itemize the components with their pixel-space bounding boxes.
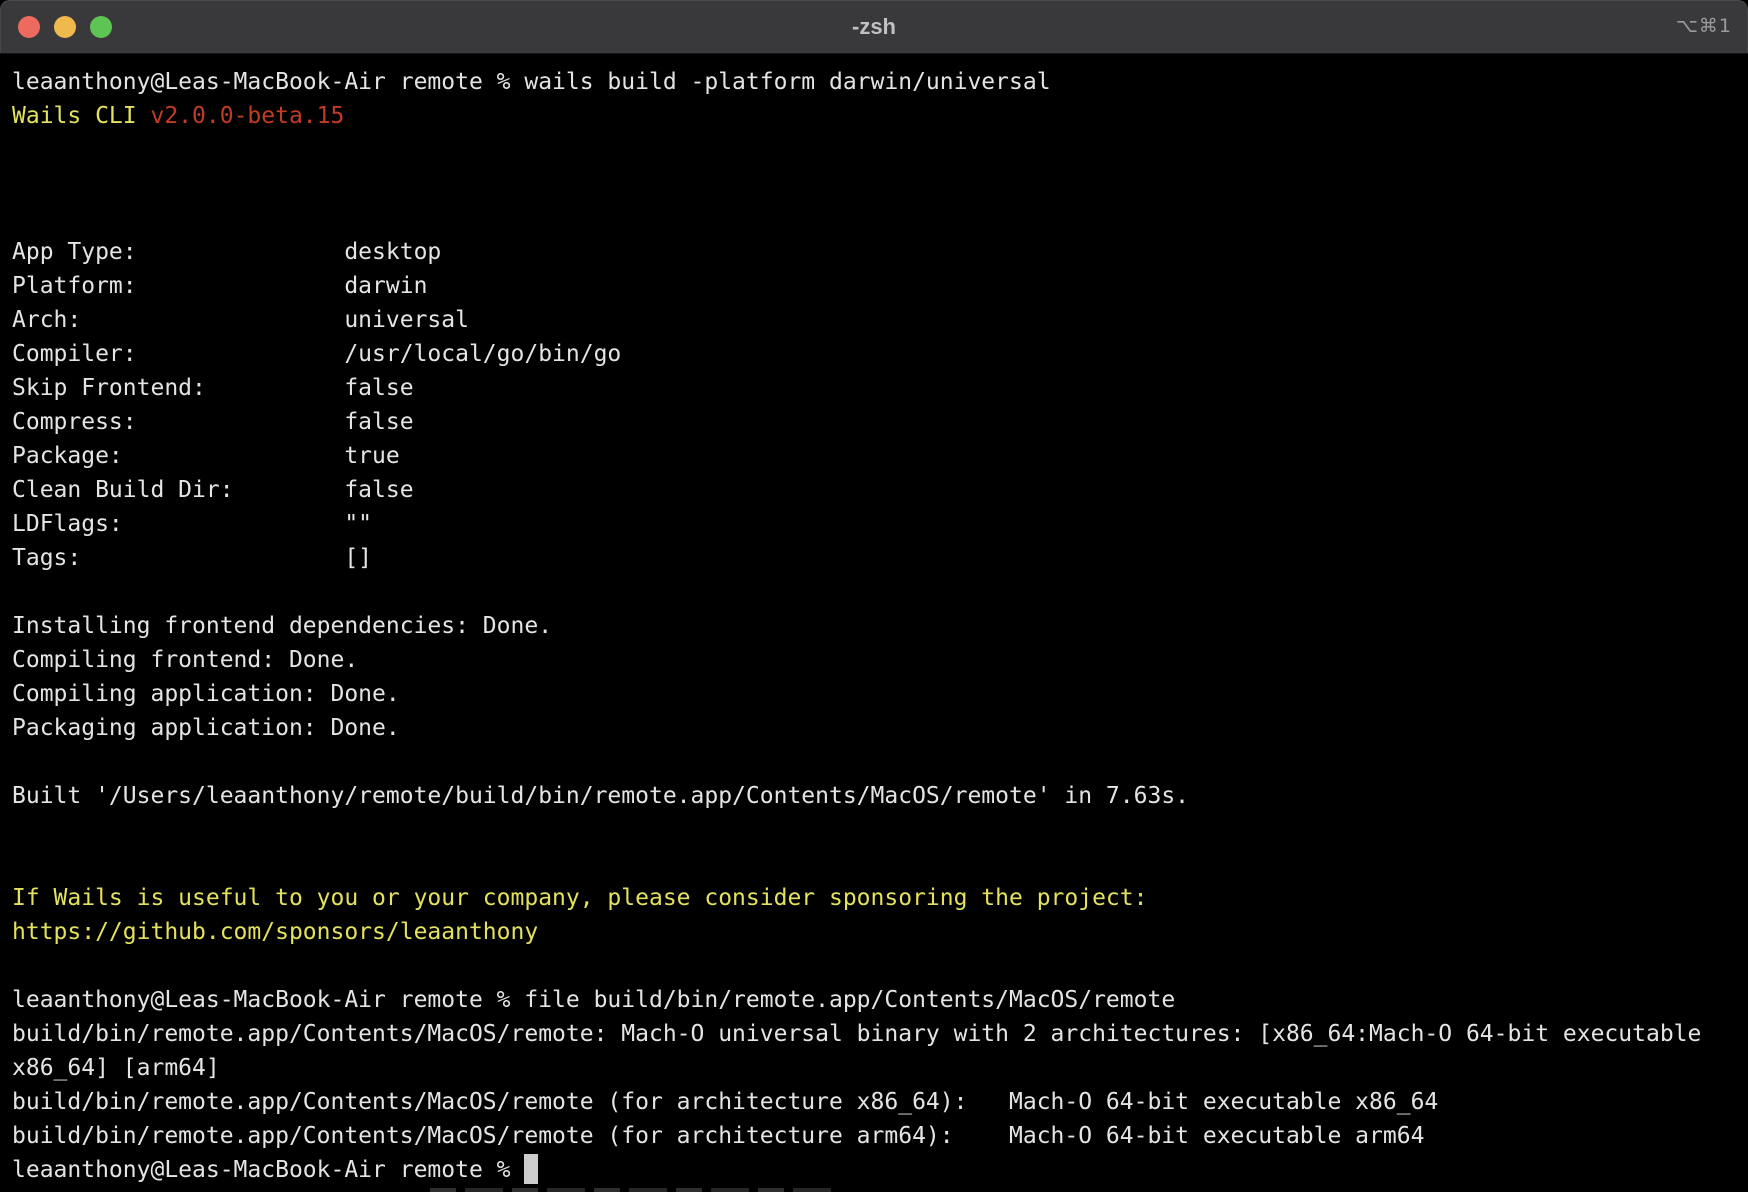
terminal-line: Compiler: /usr/local/go/bin/go xyxy=(12,337,1748,371)
terminal-text-segment: Built '/Users/leaanthony/remote/build/bi… xyxy=(12,783,1189,809)
terminal-text-segment: leaanthony@Leas-MacBook-Air remote % wai… xyxy=(12,69,1051,95)
terminal-line: Arch: universal xyxy=(12,303,1748,337)
terminal-window: -zsh ⌥⌘1 leaanthony@Leas-MacBook-Air rem… xyxy=(0,0,1748,1192)
terminal-line xyxy=(12,575,1748,609)
close-button[interactable] xyxy=(18,16,40,38)
terminal-line: Tags: [] xyxy=(12,541,1748,575)
terminal-line: Platform: darwin xyxy=(12,269,1748,303)
window-title: -zsh xyxy=(0,0,1748,53)
terminal-line: Clean Build Dir: false xyxy=(12,473,1748,507)
terminal-text-segment: Arch: universal xyxy=(12,307,469,333)
terminal-text-segment: Skip Frontend: false xyxy=(12,375,414,401)
terminal-line xyxy=(12,167,1748,201)
terminal-line: LDFlags: "" xyxy=(12,507,1748,541)
terminal-text-segment: leaanthony@Leas-MacBook-Air remote % xyxy=(12,1157,524,1183)
terminal-line: Installing frontend dependencies: Done. xyxy=(12,609,1748,643)
terminal-text-segment: Platform: darwin xyxy=(12,273,427,299)
terminal-text-segment: x86_64] [arm64] xyxy=(12,1055,220,1081)
terminal-cursor xyxy=(524,1154,538,1184)
terminal-text-segment: Compiling application: Done. xyxy=(12,681,400,707)
terminal-line: build/bin/remote.app/Contents/MacOS/remo… xyxy=(12,1017,1748,1051)
terminal-text-segment: Compiling frontend: Done. xyxy=(12,647,358,673)
terminal-line: leaanthony@Leas-MacBook-Air remote % xyxy=(12,1153,1748,1187)
terminal-line: build/bin/remote.app/Contents/MacOS/remo… xyxy=(12,1119,1748,1153)
terminal-line: Package: true xyxy=(12,439,1748,473)
zoom-button[interactable] xyxy=(90,16,112,38)
terminal-text-segment: build/bin/remote.app/Contents/MacOS/remo… xyxy=(12,1089,1438,1115)
terminal-text-segment: https://github.com/sponsors/leaanthony xyxy=(12,919,538,945)
terminal-line: leaanthony@Leas-MacBook-Air remote % fil… xyxy=(12,983,1748,1017)
terminal-text-segment: Tags: [] xyxy=(12,545,372,571)
minimize-button[interactable] xyxy=(54,16,76,38)
keyboard-shortcut-badge: ⌥⌘1 xyxy=(1676,0,1732,53)
terminal-line: https://github.com/sponsors/leaanthony xyxy=(12,915,1748,949)
terminal-line: Built '/Users/leaanthony/remote/build/bi… xyxy=(12,779,1748,813)
terminal-line: Compress: false xyxy=(12,405,1748,439)
terminal-line xyxy=(12,949,1748,983)
terminal-text-segment: v2.0.0-beta.15 xyxy=(150,103,344,129)
terminal-text-segment: build/bin/remote.app/Contents/MacOS/remo… xyxy=(12,1021,1701,1047)
terminal-output[interactable]: leaanthony@Leas-MacBook-Air remote % wai… xyxy=(0,54,1748,1192)
terminal-line: Compiling frontend: Done. xyxy=(12,643,1748,677)
terminal-text-segment: LDFlags: "" xyxy=(12,511,372,537)
background-window-sliver xyxy=(430,1187,831,1192)
titlebar[interactable]: -zsh ⌥⌘1 xyxy=(0,0,1748,54)
terminal-text-segment: Clean Build Dir: false xyxy=(12,477,414,503)
terminal-text-segment: Packaging application: Done. xyxy=(12,715,400,741)
terminal-text-segment: build/bin/remote.app/Contents/MacOS/remo… xyxy=(12,1123,1424,1149)
terminal-text-segment: Compress: false xyxy=(12,409,414,435)
terminal-line: build/bin/remote.app/Contents/MacOS/remo… xyxy=(12,1085,1748,1119)
terminal-text-segment: If Wails is useful to you or your compan… xyxy=(12,885,1147,911)
terminal-text-segment: Wails CLI xyxy=(12,103,150,129)
terminal-line: Wails CLI v2.0.0-beta.15 xyxy=(12,99,1748,133)
terminal-line xyxy=(12,813,1748,847)
terminal-line xyxy=(12,133,1748,167)
terminal-line: Compiling application: Done. xyxy=(12,677,1748,711)
terminal-text-segment: App Type: desktop xyxy=(12,239,441,265)
traffic-lights xyxy=(18,0,112,53)
terminal-line xyxy=(12,847,1748,881)
terminal-text-segment: Compiler: /usr/local/go/bin/go xyxy=(12,341,621,367)
terminal-line: Packaging application: Done. xyxy=(12,711,1748,745)
terminal-text-segment: Installing frontend dependencies: Done. xyxy=(12,613,552,639)
terminal-line: leaanthony@Leas-MacBook-Air remote % wai… xyxy=(12,65,1748,99)
terminal-text-segment: leaanthony@Leas-MacBook-Air remote % fil… xyxy=(12,987,1175,1013)
terminal-text-segment: Package: true xyxy=(12,443,400,469)
terminal-line xyxy=(12,201,1748,235)
terminal-line: If Wails is useful to you or your compan… xyxy=(12,881,1748,915)
terminal-line xyxy=(12,745,1748,779)
terminal-line: App Type: desktop xyxy=(12,235,1748,269)
terminal-line: Skip Frontend: false xyxy=(12,371,1748,405)
terminal-line: x86_64] [arm64] xyxy=(12,1051,1748,1085)
